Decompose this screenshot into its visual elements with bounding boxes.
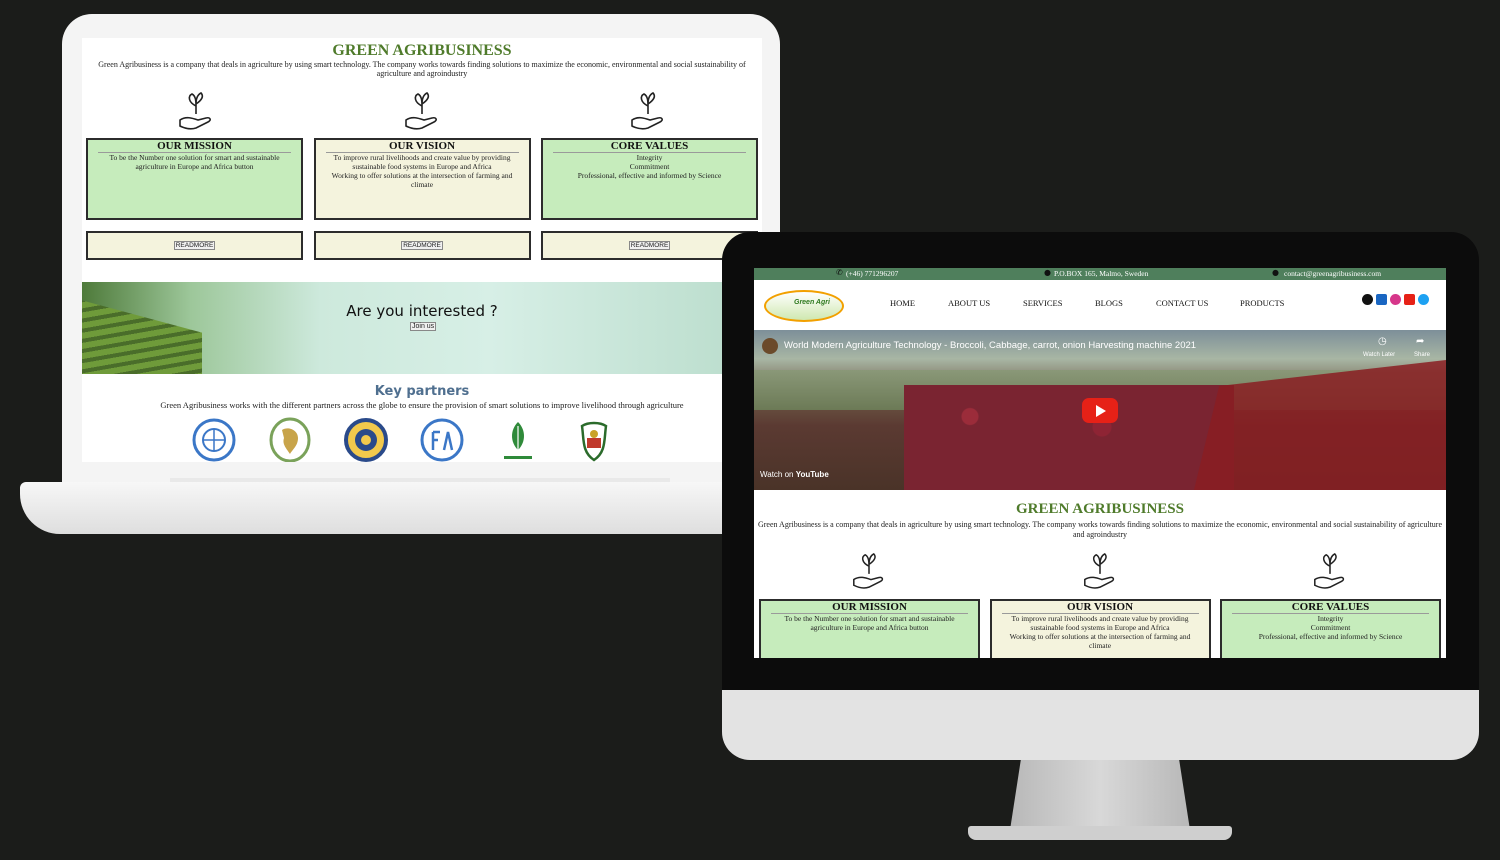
card-text: Working to offer solutions at the inters…: [1009, 632, 1191, 650]
card-text: Working to offer solutions at the inters…: [331, 171, 513, 189]
company-description: Green Agribusiness is a company that dea…: [757, 520, 1443, 539]
readmore-button[interactable]: READMORE: [628, 241, 671, 250]
interest-banner: Are you interested ? Join us: [82, 282, 762, 374]
core-values-card: CORE VALUES Integrity Commitment Profess…: [1220, 599, 1441, 658]
page-title: GREEN AGRIBUSINESS: [332, 42, 512, 59]
watch-on-label: Watch on: [760, 470, 794, 479]
card-text: Professional, effective and informed by …: [1258, 632, 1403, 641]
readmore-row: READMORE READMORE READMORE: [86, 231, 758, 260]
nav-about-us[interactable]: ABOUT US: [948, 298, 990, 308]
mission-card: OUR MISSION To be the Number one solutio…: [759, 599, 980, 658]
vision-card: OUR VISION To improve rural livelihoods …: [313, 138, 531, 220]
partners-title: Key partners: [374, 384, 470, 399]
banner-heading: Are you interested ?: [346, 302, 498, 320]
card-text: To be the Number one solution for smart …: [109, 153, 280, 171]
channel-avatar[interactable]: [762, 338, 778, 354]
share-label[interactable]: Share: [1414, 352, 1430, 358]
readmore-box: READMORE: [313, 231, 531, 260]
plant-hand-icon: [1084, 552, 1115, 589]
card-heading: CORE VALUES: [553, 140, 746, 153]
site-logo[interactable]: Green Agri: [764, 290, 844, 322]
youtube-icon[interactable]: [1404, 294, 1415, 305]
plant-hand-icon: [405, 92, 437, 130]
video-title[interactable]: World Modern Agriculture Technology - Br…: [784, 340, 1196, 351]
instagram-icon[interactable]: [1390, 294, 1401, 305]
organic-logo: [504, 422, 532, 459]
mail-icon: ●: [1272, 268, 1279, 277]
card-heading: OUR MISSION: [771, 601, 968, 614]
card-text: To improve rural livelihoods and create …: [1011, 614, 1189, 632]
onion-pile: [904, 385, 1234, 490]
nav-products[interactable]: PRODUCTS: [1240, 298, 1284, 308]
un-logo: [192, 418, 236, 462]
icon-row: [82, 90, 762, 132]
nav-home[interactable]: HOME: [890, 298, 915, 308]
facebook-icon[interactable]: [1362, 294, 1373, 305]
card-text: To improve rural livelihoods and create …: [333, 153, 511, 171]
laptop-screen: GREEN AGRIBUSINESS Green Agribusiness is…: [82, 38, 762, 462]
share-icon[interactable]: ➦: [1416, 336, 1424, 347]
address: P.O.BOX 165, Malmo, Sweden: [1054, 269, 1149, 278]
video-embed[interactable]: World Modern Agriculture Technology - Br…: [754, 330, 1446, 490]
phone-number: (+46) 771296207: [846, 269, 899, 278]
partner-logos: [82, 416, 762, 462]
fao-logo: [420, 418, 464, 462]
card-heading: OUR MISSION: [98, 140, 291, 153]
plant-hand-icon: [1314, 552, 1345, 589]
plant-hand-icon: [179, 92, 211, 130]
readmore-box: READMORE: [86, 231, 303, 260]
vision-card: OUR VISION To improve rural livelihoods …: [989, 599, 1211, 658]
readmore-button[interactable]: READMORE: [401, 241, 443, 250]
monitor-foot: [968, 826, 1232, 840]
emblem-logo: [580, 421, 608, 462]
nav-services[interactable]: SERVICES: [1023, 298, 1062, 308]
play-button[interactable]: [1082, 398, 1118, 423]
ecowas-logo: [344, 418, 388, 462]
mission-card: OUR MISSION To be the Number one solutio…: [86, 138, 303, 220]
linkedin-icon[interactable]: [1376, 294, 1387, 305]
card-text: Professional, effective and informed by …: [577, 171, 722, 180]
company-description: Green Agribusiness is a company that dea…: [98, 60, 746, 78]
laptop-base: [20, 482, 810, 534]
monitor-chin: [722, 690, 1479, 760]
card-text: Integrity: [636, 153, 663, 162]
partners-description: Green Agribusiness works with the differ…: [160, 400, 684, 410]
contact-topbar: ✆ (+46) 771296207 ● P.O.BOX 165, Malmo, …: [754, 268, 1446, 280]
core-values-card: CORE VALUES Integrity Commitment Profess…: [541, 138, 758, 220]
card-text: Commitment: [1310, 623, 1351, 632]
cards-row: OUR MISSION To be the Number one solutio…: [86, 138, 758, 220]
watch-on-youtube[interactable]: Watch on YouTube: [760, 470, 829, 479]
location-icon: ●: [1044, 268, 1051, 277]
african-union-logo: [269, 417, 311, 462]
youtube-label: YouTube: [795, 470, 829, 479]
card-heading: OUR VISION: [1001, 601, 1199, 614]
email-link[interactable]: contact@greenagribusiness.com: [1284, 269, 1381, 278]
clock-icon[interactable]: ◷: [1378, 336, 1387, 347]
card-heading: CORE VALUES: [1232, 601, 1429, 614]
card-heading: OUR VISION: [325, 140, 519, 153]
plant-hand-icon: [853, 552, 884, 589]
twitter-icon[interactable]: [1418, 294, 1429, 305]
terrace-image: [82, 300, 202, 374]
watch-later-label[interactable]: Watch Later: [1363, 352, 1395, 358]
navbar: Green Agri HOME ABOUT US SERVICES BLOGS …: [754, 280, 1446, 331]
logo-text: Green Agri: [794, 299, 830, 306]
card-text: To be the Number one solution for smart …: [784, 614, 955, 632]
phone-icon: ✆: [836, 268, 843, 277]
join-us-button[interactable]: Join us: [410, 322, 437, 331]
nav-blogs[interactable]: BLOGS: [1095, 298, 1123, 308]
monitor-stand: [1010, 760, 1190, 830]
card-text: Integrity: [1317, 614, 1344, 623]
card-text: Commitment: [629, 162, 670, 171]
nav-contact-us[interactable]: CONTACT US: [1156, 298, 1208, 308]
readmore-button[interactable]: READMORE: [173, 241, 216, 250]
monitor-screen: ✆ (+46) 771296207 ● P.O.BOX 165, Malmo, …: [754, 268, 1446, 658]
page-title: GREEN AGRIBUSINESS: [1016, 501, 1184, 517]
cards-row: OUR MISSION To be the Number one solutio…: [759, 599, 1441, 658]
plant-hand-icon: [631, 92, 663, 130]
